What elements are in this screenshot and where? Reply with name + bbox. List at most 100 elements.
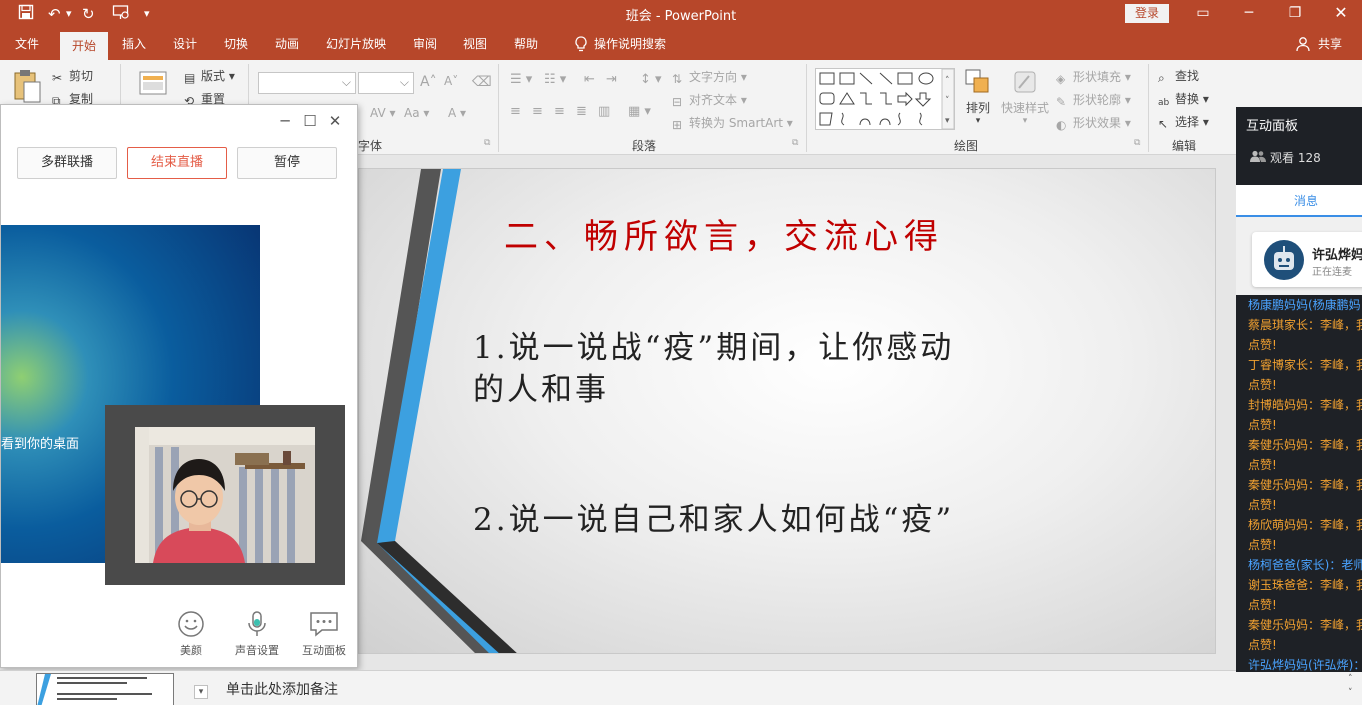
viewer-count: 观看 128 [1250, 149, 1321, 166]
font-group-label: 字体 [358, 139, 383, 153]
align-text-button[interactable]: ⊟ 对齐文本 ▾ [672, 91, 747, 109]
tab-review[interactable]: 审阅 [404, 28, 446, 60]
list-item: 点赞! [1248, 458, 1277, 472]
tab-file[interactable]: 文件 [6, 28, 48, 60]
decrease-indent-icon[interactable]: ⇤ [584, 72, 595, 87]
drawing-group-label: 绘图 [954, 139, 979, 153]
quick-styles-button[interactable]: 快速样式 ▾ [1000, 68, 1050, 126]
ribbon-display-options-icon[interactable]: ▭ [1188, 2, 1218, 24]
select-button[interactable]: ↖ 选择 ▾ [1158, 113, 1209, 131]
minimize-icon[interactable]: ─ [275, 112, 295, 130]
microphone-icon [248, 611, 266, 636]
scroll-down-icon[interactable]: ˅ [1348, 688, 1353, 698]
layout-label: 版式 [201, 69, 226, 83]
tab-animations[interactable]: 动画 [266, 28, 308, 60]
share-person-icon[interactable] [1294, 28, 1312, 60]
font-size-combo[interactable]: ⌵ [358, 72, 414, 94]
text-direction-button[interactable]: ⇅ 文字方向 ▾ [672, 68, 747, 86]
slide-thumbnail[interactable] [36, 673, 174, 705]
maximize-icon[interactable]: ☐ [300, 112, 320, 130]
multi-group-broadcast-button[interactable]: 多群联播 [17, 147, 117, 179]
align-right-icon[interactable]: ≡ [554, 104, 565, 119]
distributed-icon[interactable]: ▥ [598, 104, 610, 119]
slide-line-1a[interactable]: 1.说一说战“疫”期间，让你感动 [473, 325, 954, 371]
end-live-button[interactable]: 结束直播 [127, 147, 227, 179]
decrease-font-icon[interactable]: A˅ [444, 74, 458, 88]
clear-formatting-icon[interactable]: ⌫ [472, 74, 492, 90]
bullets-icon[interactable]: ☰ ▾ [510, 72, 532, 87]
slide-line-1b[interactable]: 的人和事 [473, 367, 609, 413]
share-button[interactable]: 共享 [1312, 28, 1348, 60]
interaction-panel-tool[interactable]: 互动面板 [294, 610, 354, 658]
tab-messages[interactable]: 消息 [1236, 185, 1362, 217]
select-label: 选择 [1175, 115, 1200, 129]
paragraph-dialog-launcher-icon[interactable]: ⧉ [792, 138, 798, 148]
font-name-combo[interactable]: ⌵ [258, 72, 356, 94]
tab-view[interactable]: 视图 [454, 28, 496, 60]
notes-scrollbar[interactable]: ˄ ˅ [1346, 670, 1362, 705]
find-label: 查找 [1175, 69, 1200, 83]
columns-icon[interactable]: ▦ ▾ [628, 104, 651, 119]
divider [1148, 64, 1149, 152]
shape-outline-button[interactable]: ✎ 形状轮廓 ▾ [1056, 91, 1131, 109]
find-button[interactable]: ⌕ 查找 [1158, 67, 1199, 85]
increase-font-icon[interactable]: A˄ [420, 74, 437, 90]
pause-button[interactable]: 暂停 [237, 147, 337, 179]
new-slide-icon[interactable] [138, 68, 170, 101]
font-color-icon[interactable]: A ▾ [448, 106, 466, 120]
tab-insert[interactable]: 插入 [114, 28, 154, 60]
close-icon[interactable]: ✕ [1326, 2, 1356, 24]
slide-line-2[interactable]: 2.说一说自己和家人如何战“疫” [473, 497, 954, 543]
divider [498, 64, 499, 152]
audio-settings-tool[interactable]: 声音设置 [227, 610, 287, 658]
align-text-icon: ⊟ [672, 95, 683, 109]
line-spacing-icon[interactable]: ↕ ▾ [640, 72, 662, 87]
minimize-icon[interactable]: ─ [1234, 2, 1264, 24]
replace-icon: ab [1158, 98, 1170, 108]
ribbon-tabs: 文件 开始 插入 设计 切换 动画 幻灯片放映 审阅 视图 帮助 操作说明搜索 … [0, 28, 1362, 60]
host-status: 正在连麦 [1312, 267, 1352, 278]
numbering-icon[interactable]: ☷ ▾ [544, 72, 566, 87]
avatar [1264, 240, 1304, 280]
host-card[interactable]: 许弘烨妈 正在连麦 [1252, 232, 1362, 287]
notes-placeholder[interactable]: 单击此处添加备注 [226, 679, 338, 699]
layout-button[interactable]: ▤ 版式 ▾ [184, 67, 235, 85]
chevron-down-icon: ▾ [1022, 116, 1028, 126]
align-left-icon[interactable]: ≡ [510, 104, 521, 119]
replace-button[interactable]: ab 替换 ▾ [1158, 90, 1209, 112]
shapes-gallery[interactable]: ˄ ˅ ▾ [815, 68, 955, 130]
shape-effects-button[interactable]: ◐ 形状效果 ▾ [1056, 114, 1131, 132]
drawing-dialog-launcher-icon[interactable]: ⧉ [1134, 138, 1140, 148]
shape-fill-button[interactable]: ◈ 形状填充 ▾ [1056, 68, 1131, 86]
justify-icon[interactable]: ≣ [576, 104, 587, 119]
login-button[interactable]: 登录 [1125, 4, 1169, 23]
message-list[interactable]: 杨康鹏妈妈(杨康鹏妈 蔡晨琪家长：李峰，我 点赞! 丁睿博家长：李峰，我 点赞! 封博皓妈… [1236, 295, 1362, 672]
text-direction-label: 文字方向 [689, 70, 738, 84]
char-spacing-icon[interactable]: AV ▾ [370, 106, 396, 120]
change-case-icon[interactable]: Aa ▾ [404, 106, 429, 120]
scroll-up-icon[interactable]: ˄ [1348, 674, 1353, 684]
tab-design[interactable]: 设计 [164, 28, 206, 60]
tab-slideshow[interactable]: 幻灯片放映 [318, 28, 394, 60]
paste-icon[interactable] [12, 68, 42, 107]
increase-indent-icon[interactable]: ⇥ [606, 72, 617, 87]
arrange-button[interactable]: 排列 ▾ [962, 68, 994, 126]
slide-title[interactable]: 二、畅所欲言，交流心得 [504, 209, 944, 258]
cut-button[interactable]: ✂ 剪切 [52, 67, 93, 85]
font-dialog-launcher-icon[interactable]: ⧉ [484, 138, 490, 148]
tab-transitions[interactable]: 切换 [215, 28, 257, 60]
close-icon[interactable]: ✕ [325, 112, 345, 130]
restore-icon[interactable]: ❐ [1280, 2, 1310, 24]
beauty-tool[interactable]: 美颜 [161, 610, 221, 658]
tab-help[interactable]: 帮助 [505, 28, 547, 60]
list-item: 秦健乐妈妈：李峰，我 [1248, 618, 1362, 632]
tab-home[interactable]: 开始 [60, 32, 108, 60]
smartart-button[interactable]: ⊞ 转换为 SmartArt ▾ [672, 114, 793, 132]
thumbnail-scroll-down-icon[interactable]: ▾ [194, 685, 208, 699]
smartart-icon: ⊞ [672, 118, 683, 132]
arrange-icon [965, 69, 989, 93]
tell-me-search[interactable]: 操作说明搜索 [592, 28, 668, 60]
chevron-down-icon: ⌵ [399, 75, 409, 89]
align-center-icon[interactable]: ≡ [532, 104, 543, 119]
slide-canvas[interactable]: 二、畅所欲言，交流心得 1.说一说战“疫”期间，让你感动 的人和事 2.说一说自… [358, 168, 1216, 654]
